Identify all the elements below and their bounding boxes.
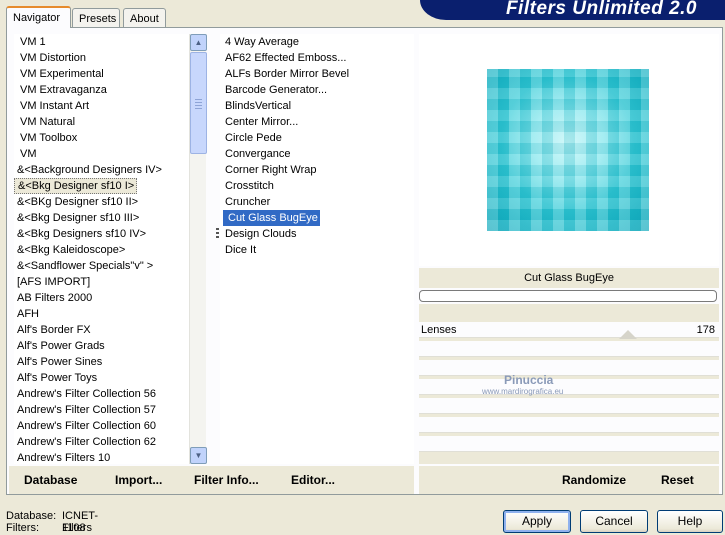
app-title: Filters Unlimited 2.0: [505, 0, 697, 19]
filter-item[interactable]: Convergance: [220, 146, 414, 162]
randomize-button[interactable]: Randomize: [562, 473, 626, 487]
help-button[interactable]: Help: [657, 510, 723, 533]
parameter-panel: Lenses 178: [419, 304, 719, 464]
tab-navigator[interactable]: Navigator: [6, 6, 71, 28]
filter-item[interactable]: Circle Pede: [220, 130, 414, 146]
editor-button[interactable]: Editor...: [291, 473, 335, 487]
reset-button[interactable]: Reset: [661, 473, 694, 487]
scroll-up-button[interactable]: ▲: [190, 34, 207, 51]
param-label: Lenses: [421, 324, 457, 336]
category-item[interactable]: VM Distortion: [14, 50, 189, 66]
category-item[interactable]: Andrew's Filter Collection 57: [14, 402, 189, 418]
tab-presets[interactable]: Presets: [72, 8, 120, 27]
filter-item[interactable]: Center Mirror...: [220, 114, 414, 130]
category-item[interactable]: &<Bkg Designers sf10 IV>: [14, 226, 189, 242]
status-database: Database: ICNET-Filters: [6, 510, 98, 534]
param-row: [419, 417, 719, 433]
preview-area: [419, 34, 719, 266]
category-item[interactable]: &<Bkg Kaleidoscope>: [14, 242, 189, 258]
category-item[interactable]: VM Instant Art: [14, 98, 189, 114]
tab-label: Navigator: [13, 12, 61, 24]
param-row: [419, 436, 719, 452]
slider-indicator-icon[interactable]: [619, 330, 637, 339]
category-item[interactable]: &<Background Designers IV>: [14, 162, 189, 178]
category-item[interactable]: &<BKg Designer sf10 II>: [14, 194, 189, 210]
drag-grip-icon: [216, 228, 219, 240]
category-item[interactable]: Andrew's Filter Collection 56: [14, 386, 189, 402]
category-item[interactable]: Alf's Power Toys: [14, 370, 189, 386]
cancel-button[interactable]: Cancel: [580, 510, 648, 533]
apply-button[interactable]: Apply: [503, 510, 571, 533]
tab-label: About: [130, 13, 159, 25]
category-item[interactable]: &<Sandflower Specials"v" >: [14, 258, 189, 274]
status-filters: Filters: 1108: [6, 522, 86, 534]
category-item[interactable]: VM 1: [14, 34, 189, 50]
import-button[interactable]: Import...: [115, 473, 162, 487]
category-scrollbar[interactable]: ▲ ▼: [189, 34, 207, 464]
category-item[interactable]: Andrew's Filter Collection 60: [14, 418, 189, 434]
category-item[interactable]: &<Bkg Designer sf10 III>: [14, 210, 189, 226]
filter-item[interactable]: Dice It: [220, 242, 414, 258]
param-value: 178: [696, 324, 715, 336]
param-row: [419, 360, 719, 376]
category-item[interactable]: AB Filters 2000: [14, 290, 189, 306]
filter-info-button[interactable]: Filter Info...: [194, 473, 259, 487]
param-row: [419, 398, 719, 414]
status-value: 1108: [62, 522, 86, 534]
category-item[interactable]: VM: [14, 146, 189, 162]
database-button[interactable]: Database: [24, 473, 77, 487]
title-banner: Filters Unlimited 2.0: [420, 0, 725, 20]
filter-item[interactable]: Cruncher: [220, 194, 414, 210]
scroll-thumb[interactable]: [190, 52, 207, 154]
filter-item[interactable]: 4 Way Average: [220, 34, 414, 50]
filter-item[interactable]: Design Clouds: [220, 226, 414, 242]
status-label: Database:: [6, 510, 57, 522]
tab-about[interactable]: About: [123, 8, 166, 27]
param-row-lenses[interactable]: Lenses 178: [419, 322, 719, 338]
filter-item[interactable]: BlindsVertical: [220, 98, 414, 114]
category-item[interactable]: Alf's Power Grads: [14, 338, 189, 354]
status-label: Filters:: [6, 522, 39, 534]
category-item[interactable]: VM Natural: [14, 114, 189, 130]
param-row: [419, 379, 719, 395]
scroll-down-button[interactable]: ▼: [190, 447, 207, 464]
filter-item[interactable]: Corner Right Wrap: [220, 162, 414, 178]
category-item[interactable]: VM Experimental: [14, 66, 189, 82]
category-item[interactable]: VM Toolbox: [14, 130, 189, 146]
filter-item[interactable]: AF62 Effected Emboss...: [220, 50, 414, 66]
category-item[interactable]: Andrew's Filters 10: [14, 450, 189, 464]
param-row: [419, 341, 719, 357]
category-item[interactable]: AFH: [14, 306, 189, 322]
preview-image: [487, 69, 649, 231]
category-item[interactable]: VM Extravaganza: [14, 82, 189, 98]
category-item[interactable]: Andrew's Filter Collection 62: [14, 434, 189, 450]
left-button-bar: Database Import... Filter Info... Editor…: [9, 466, 414, 494]
filter-item[interactable]: ALFs Border Mirror Bevel: [220, 66, 414, 82]
selected-filter-label: Cut Glass BugEye: [419, 268, 719, 288]
category-item[interactable]: Alf's Border FX: [14, 322, 189, 338]
category-item[interactable]: Alf's Power Sines: [14, 354, 189, 370]
category-item[interactable]: [AFS IMPORT]: [14, 274, 189, 290]
right-button-bar: Randomize Reset: [419, 466, 719, 494]
category-list[interactable]: VM 1 VM Distortion VM Experimental VM Extra…: [14, 34, 189, 464]
watermark-url: www.mardirografica.eu: [482, 387, 564, 396]
category-item[interactable]: &<Bkg Designer sf10 I>: [14, 178, 138, 194]
progress-bar: [419, 290, 717, 302]
filter-item[interactable]: Crosstitch: [220, 178, 414, 194]
watermark-name: Pinuccia: [504, 373, 554, 387]
filter-item[interactable]: Barcode Generator...: [220, 82, 414, 98]
filter-list[interactable]: 4 Way Average AF62 Effected Emboss... ALFs…: [220, 34, 414, 464]
tab-label: Presets: [79, 13, 117, 25]
filter-item[interactable]: Cut Glass BugEye: [223, 210, 320, 226]
